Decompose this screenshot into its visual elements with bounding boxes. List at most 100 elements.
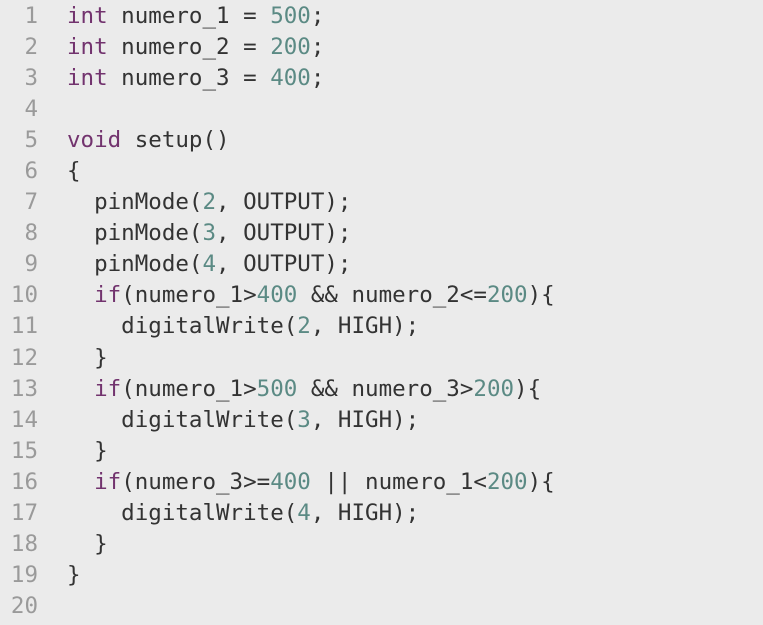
text-token: && numero_3> [297, 375, 474, 402]
code-line[interactable]: 9 pinMode(4, OUTPUT); [0, 249, 763, 280]
code-line[interactable]: 12 } [0, 342, 763, 373]
keyword-token: if [94, 468, 122, 495]
code-text[interactable]: int numero_3 = 400; [46, 65, 324, 91]
line-number: 12 [10, 344, 38, 371]
code-line[interactable]: 18 } [0, 529, 763, 560]
line-number: 15 [10, 437, 38, 464]
text-token: ; [310, 64, 325, 91]
number-token: 500 [270, 2, 311, 29]
code-content[interactable]: 1 int numero_1 = 500; 2 int numero_2 = 200;… [0, 0, 763, 625]
text-token: ; [310, 33, 325, 60]
keyword-token: if [94, 282, 122, 309]
text-token: digitalWrite( [67, 313, 298, 340]
code-line[interactable]: 11 digitalWrite(2, HIGH); [0, 311, 763, 342]
number-token: 200 [486, 468, 528, 495]
code-line[interactable]: 13 if(numero_1>500 && numero_3>200){ [0, 373, 763, 404]
text-token: (numero_1> [121, 375, 257, 402]
number-token: 3 [202, 220, 217, 247]
line-number: 1 [24, 2, 38, 29]
code-text[interactable]: digitalWrite(3, HIGH); [46, 407, 419, 433]
code-text[interactable]: if(numero_3>=400 || numero_1<200){ [46, 469, 555, 495]
line-number: 4 [24, 95, 38, 122]
code-line[interactable]: 19} [0, 560, 763, 591]
code-text[interactable]: digitalWrite(2, HIGH); [46, 313, 419, 339]
line-number: 14 [10, 406, 38, 433]
number-token: 200 [473, 375, 515, 402]
text-token: numero_3 = [107, 64, 271, 91]
keyword-token: int [67, 33, 108, 60]
line-number: 3 [24, 64, 38, 91]
text-token: pinMode( [67, 189, 203, 216]
number-token: 4 [202, 251, 217, 278]
text-token: , HIGH); [310, 500, 420, 527]
code-text[interactable]: int numero_1 = 500; [46, 3, 324, 29]
text-token: , OUTPUT); [216, 220, 352, 247]
code-text[interactable]: void setup() [46, 127, 230, 153]
text-token: , HIGH); [310, 406, 420, 433]
line-number: 9 [24, 251, 38, 278]
code-line[interactable]: 17 digitalWrite(4, HIGH); [0, 498, 763, 529]
line-number: 13 [10, 375, 38, 402]
keyword-token: int [67, 64, 108, 91]
text-token: pinMode( [67, 251, 203, 278]
code-line[interactable]: 2 int numero_2 = 200; [0, 31, 763, 62]
code-line[interactable]: 10 if(numero_1>400 && numero_2<=200){ [0, 280, 763, 311]
code-text[interactable]: pinMode(2, OUTPUT); [46, 189, 351, 215]
text-token: ){ [527, 282, 555, 309]
code-line[interactable]: 7 pinMode(2, OUTPUT); [0, 187, 763, 218]
code-editor[interactable]: 1 int numero_1 = 500; 2 int numero_2 = 200;… [0, 0, 763, 625]
text-token: (numero_3>= [121, 468, 271, 495]
text-token: && numero_2<= [297, 282, 487, 309]
code-text[interactable]: } [46, 562, 81, 588]
line-number: 10 [10, 282, 38, 309]
text-token: pinMode( [67, 220, 203, 247]
code-line[interactable]: 15 } [0, 435, 763, 466]
text-token: , HIGH); [310, 313, 420, 340]
text-token: } [67, 437, 108, 464]
number-token: 400 [270, 64, 311, 91]
text-token: setup() [121, 126, 230, 153]
code-line[interactable]: 4 [0, 93, 763, 124]
line-number: 7 [24, 189, 38, 216]
text-token: ; [310, 2, 325, 29]
code-text[interactable]: pinMode(4, OUTPUT); [46, 251, 351, 277]
keyword-token: int [67, 2, 108, 29]
text-token: ){ [527, 468, 555, 495]
code-text[interactable]: } [46, 345, 108, 371]
text-token: } [67, 531, 108, 558]
code-line[interactable]: 16 if(numero_3>=400 || numero_1<200){ [0, 466, 763, 497]
line-number: 19 [10, 562, 38, 589]
code-text[interactable]: if(numero_1>500 && numero_3>200){ [46, 376, 541, 402]
text-token: (numero_1> [121, 282, 257, 309]
code-text[interactable]: pinMode(3, OUTPUT); [46, 220, 351, 246]
code-line[interactable]: 6{ [0, 155, 763, 186]
text-token: , OUTPUT); [216, 189, 352, 216]
number-token: 2 [297, 313, 311, 340]
text-token: digitalWrite( [67, 406, 298, 433]
code-line[interactable]: 8 pinMode(3, OUTPUT); [0, 218, 763, 249]
line-number: 16 [10, 468, 38, 495]
number-token: 200 [270, 33, 311, 60]
text-token: } [67, 344, 108, 371]
text-token: } [67, 562, 81, 589]
text-token: numero_1 = [107, 2, 271, 29]
code-text[interactable]: } [46, 438, 108, 464]
line-number: 18 [10, 531, 38, 558]
code-line[interactable]: 1 int numero_1 = 500; [0, 0, 763, 31]
code-line[interactable]: 20 [0, 591, 763, 622]
text-token: numero_2 = [107, 33, 271, 60]
line-number: 2 [24, 33, 38, 60]
line-number: 11 [10, 313, 38, 340]
code-text[interactable]: { [46, 158, 81, 184]
code-text[interactable]: int numero_2 = 200; [46, 34, 324, 60]
code-text[interactable]: if(numero_1>400 && numero_2<=200){ [46, 282, 555, 308]
number-token: 3 [297, 406, 311, 433]
code-line[interactable]: 3 int numero_3 = 400; [0, 62, 763, 93]
code-text[interactable]: } [46, 531, 108, 557]
code-text[interactable]: digitalWrite(4, HIGH); [46, 500, 419, 526]
code-line[interactable]: 14 digitalWrite(3, HIGH); [0, 404, 763, 435]
code-line[interactable]: 5 void setup() [0, 124, 763, 155]
